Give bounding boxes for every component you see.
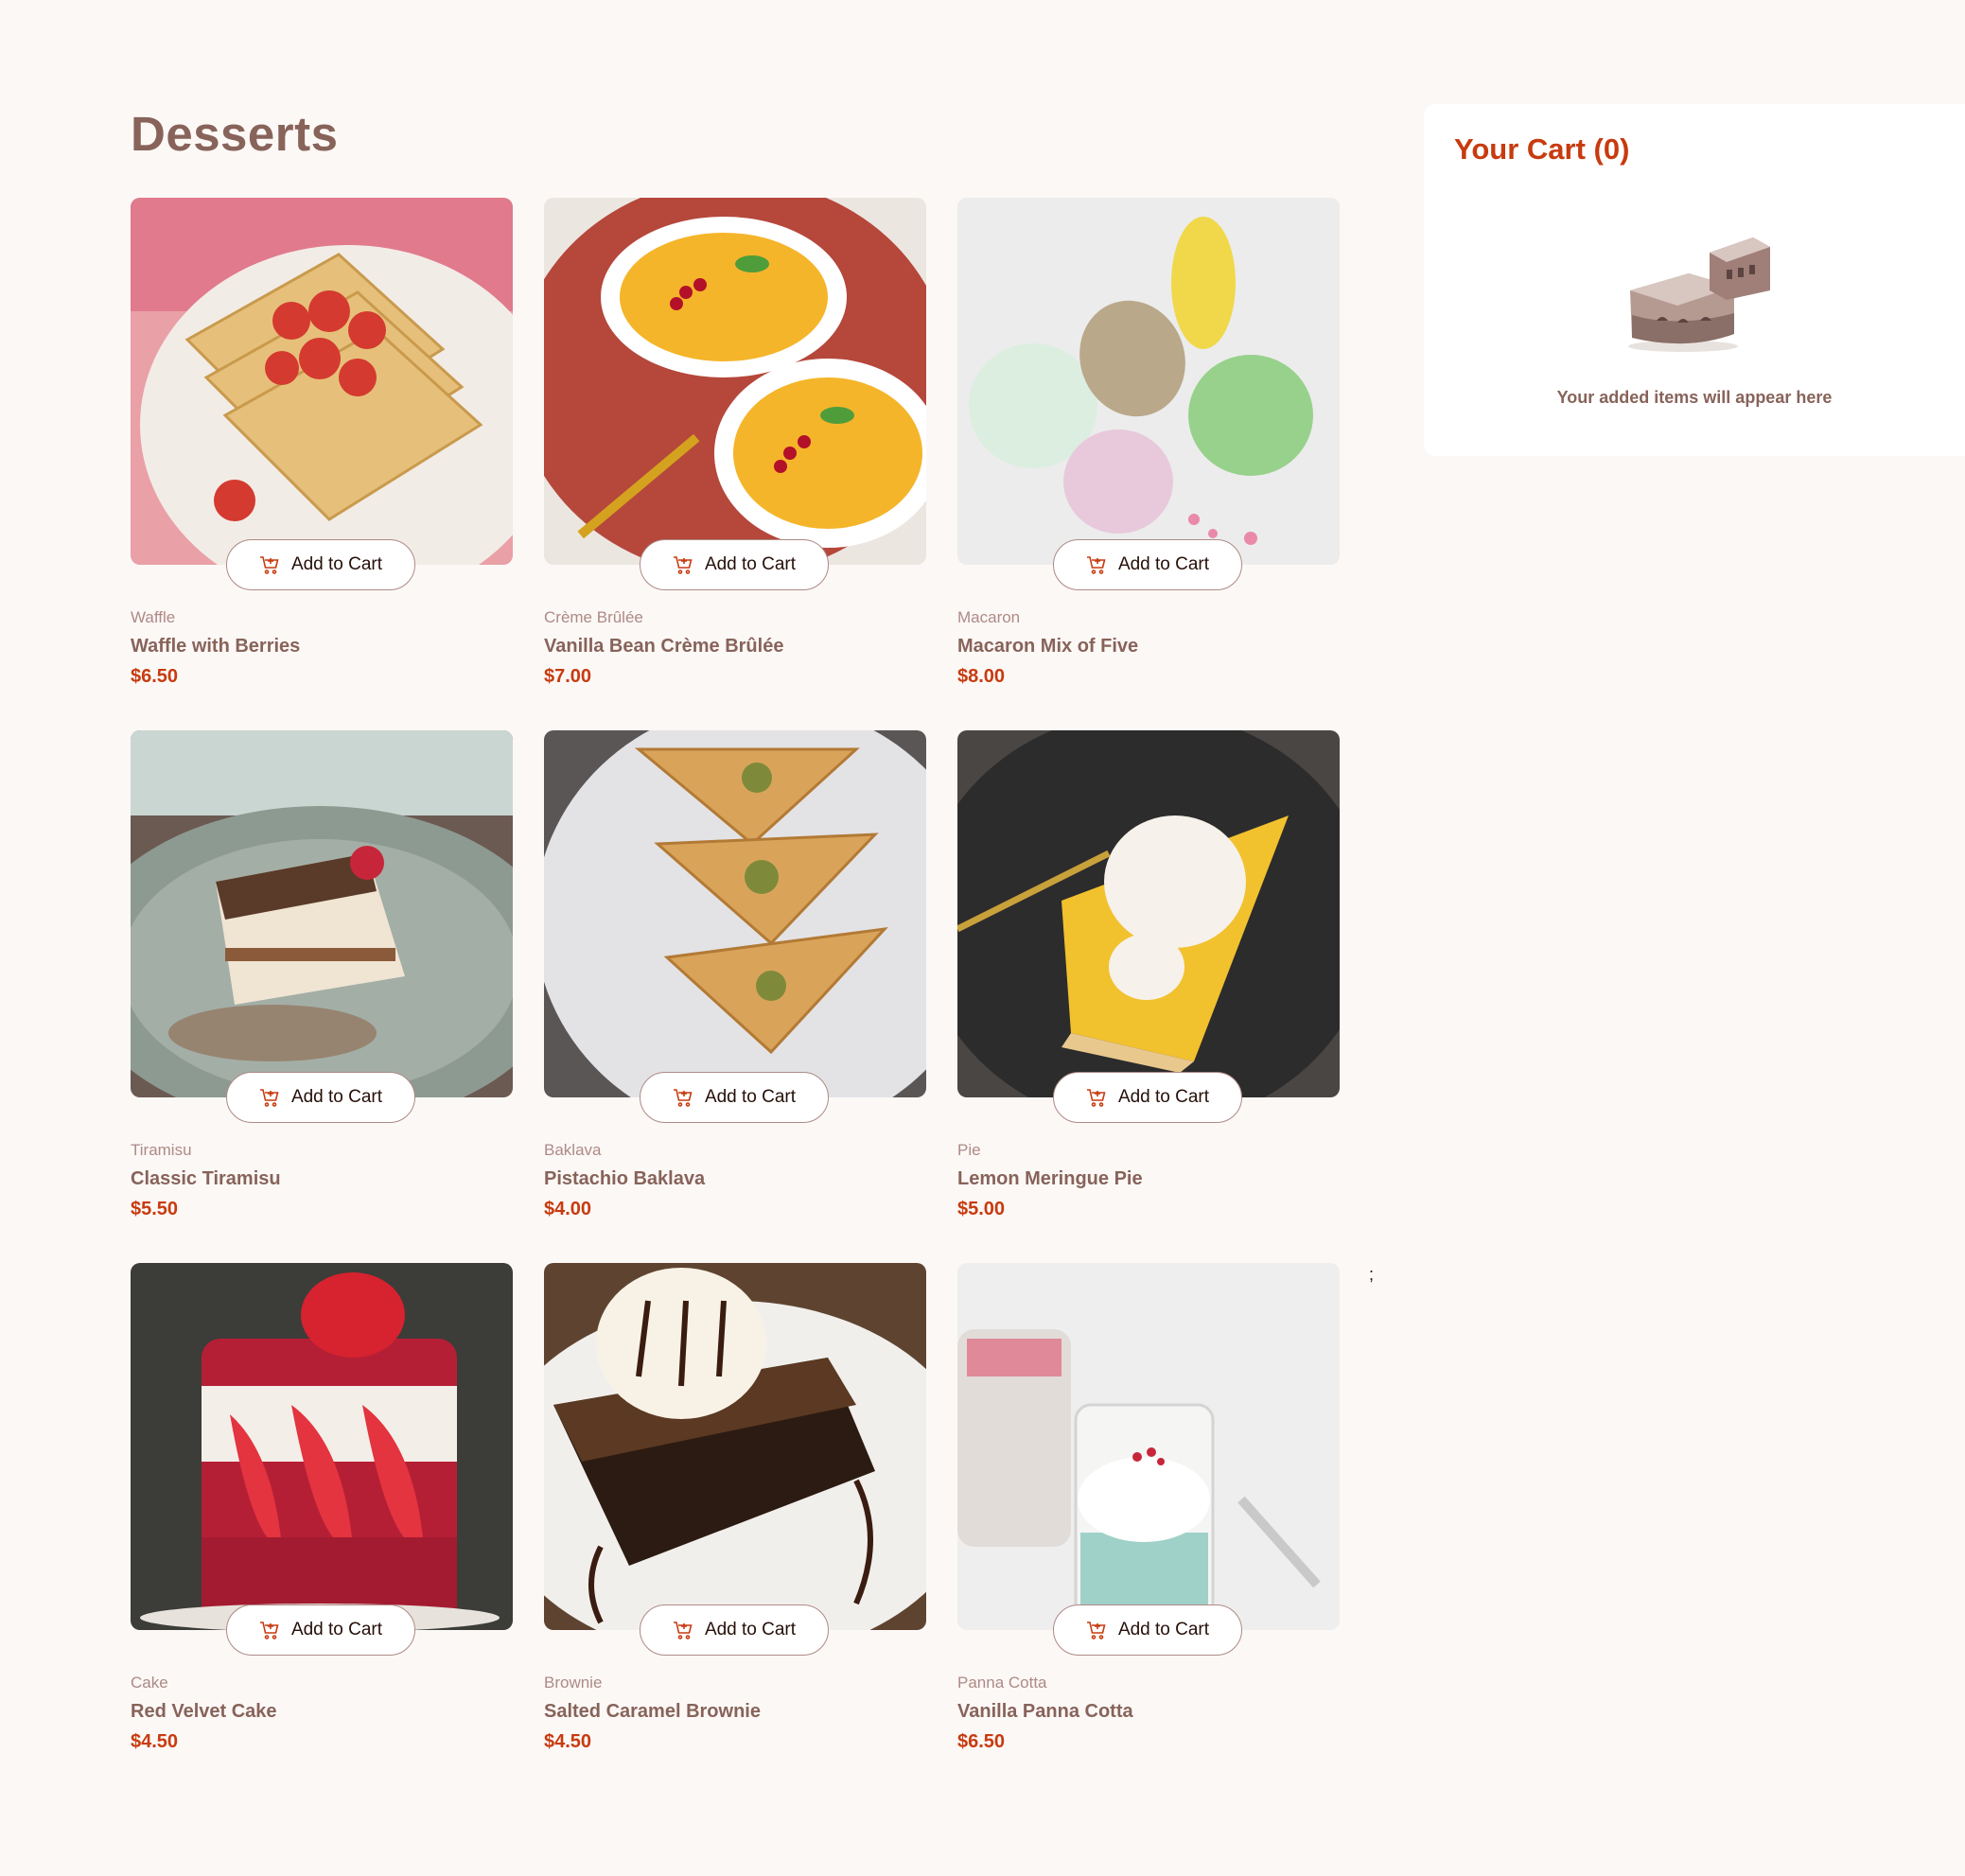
product-card-tiramisu: Add to Cart Tiramisu Classic Tiramisu $5… [131,730,513,1263]
add-to-cart-button[interactable]: Add to Cart [640,1072,829,1123]
cart-empty-message: Your added items will appear here [1556,388,1833,407]
add-to-cart-button[interactable]: Add to Cart [1053,1072,1242,1123]
product-image-pie [957,730,1340,1097]
add-to-cart-icon [259,554,280,575]
add-to-cart-button[interactable]: Add to Cart [640,539,829,590]
add-to-cart-button[interactable]: Add to Cart [226,1604,415,1656]
product-price: $8.00 [957,666,1006,687]
add-to-cart-label: Add to Cart [1117,554,1210,574]
product-name: Classic Tiramisu [131,1168,281,1189]
product-name: Vanilla Bean Crème Brûlée [544,636,784,657]
add-to-cart-label: Add to Cart [290,554,383,574]
product-category: Waffle [131,608,176,626]
add-to-cart-button[interactable]: Add to Cart [1053,1604,1242,1656]
product-card-baklava: Add to Cart Baklava Pistachio Baklava $4… [544,730,926,1263]
product-price: $6.50 [957,1731,1006,1752]
add-to-cart-label: Add to Cart [704,1620,797,1639]
product-card-pie: Add to Cart Pie Lemon Meringue Pie $5.00 [957,730,1340,1263]
stray-semicolon: ; [1369,1265,1375,1284]
add-to-cart-label: Add to Cart [704,554,797,574]
product-category: Cake [131,1674,168,1692]
product-name: Waffle with Berries [131,636,301,657]
product-category: Baklava [544,1141,602,1159]
product-price: $5.00 [957,1199,1006,1219]
product-price: $7.00 [544,666,592,687]
product-category: Macaron [957,608,1021,626]
add-to-cart-button[interactable]: Add to Cart [1053,539,1242,590]
product-card-cake: Add to Cart Cake Red Velvet Cake $4.50 [131,1263,513,1796]
product-image-creme-brulee [544,198,926,565]
product-price: $5.50 [131,1199,179,1219]
add-to-cart-icon [259,1620,280,1640]
add-to-cart-label: Add to Cart [704,1087,797,1107]
product-name: Vanilla Panna Cotta [957,1701,1133,1722]
product-category: Panna Cotta [957,1674,1047,1692]
product-name: Pistachio Baklava [544,1168,706,1189]
product-price: $4.50 [131,1731,179,1752]
add-to-cart-button[interactable]: Add to Cart [226,1072,415,1123]
product-name: Lemon Meringue Pie [957,1168,1143,1189]
product-category: Tiramisu [131,1141,192,1159]
add-to-cart-icon [1086,1087,1107,1108]
product-category: Pie [957,1141,981,1159]
product-image-cake [131,1263,513,1630]
add-to-cart-icon [1086,554,1107,575]
product-image-panna-cotta [957,1263,1340,1630]
add-to-cart-button[interactable]: Add to Cart [226,539,415,590]
product-card-waffle: Add to Cart Waffle Waffle with Berries $… [131,198,513,730]
product-card-brownie: Add to Cart Brownie Salted Caramel Brown… [544,1263,926,1796]
product-price: $4.50 [544,1731,592,1752]
empty-cart-cake-icon [1621,232,1772,369]
add-to-cart-label: Add to Cart [290,1620,383,1639]
product-card-macaron: Add to Cart Macaron Macaron Mix of Five … [957,198,1340,730]
product-price: $6.50 [131,666,179,687]
product-image-brownie [544,1263,926,1630]
product-image-tiramisu [131,730,513,1097]
cart-title: Your Cart (0) [1454,132,1630,166]
add-to-cart-button[interactable]: Add to Cart [640,1604,829,1656]
add-to-cart-label: Add to Cart [1117,1087,1210,1107]
product-name: Red Velvet Cake [131,1701,277,1722]
product-category: Brownie [544,1674,603,1692]
product-category: Crème Brûlée [544,608,643,626]
add-to-cart-label: Add to Cart [1117,1620,1210,1639]
page-title: Desserts [131,107,339,161]
add-to-cart-icon [673,554,693,575]
product-card-creme-brulee: Add to Cart Crème Brûlée Vanilla Bean Cr… [544,198,926,730]
product-name: Macaron Mix of Five [957,636,1139,657]
add-to-cart-icon [673,1620,693,1640]
cart-panel: Your Cart (0) Your added items will appe… [1424,104,1965,456]
product-image-waffle [131,198,513,565]
add-to-cart-icon [1086,1620,1107,1640]
product-grid: Add to Cart Waffle Waffle with Berries $… [131,198,1340,1796]
add-to-cart-icon [259,1087,280,1108]
product-price: $4.00 [544,1199,592,1219]
add-to-cart-icon [673,1087,693,1108]
product-card-panna-cotta: Add to Cart Panna Cotta Vanilla Panna Co… [957,1263,1340,1796]
product-image-macaron [957,198,1340,565]
product-image-baklava [544,730,926,1097]
product-name: Salted Caramel Brownie [544,1701,761,1722]
add-to-cart-label: Add to Cart [290,1087,383,1107]
